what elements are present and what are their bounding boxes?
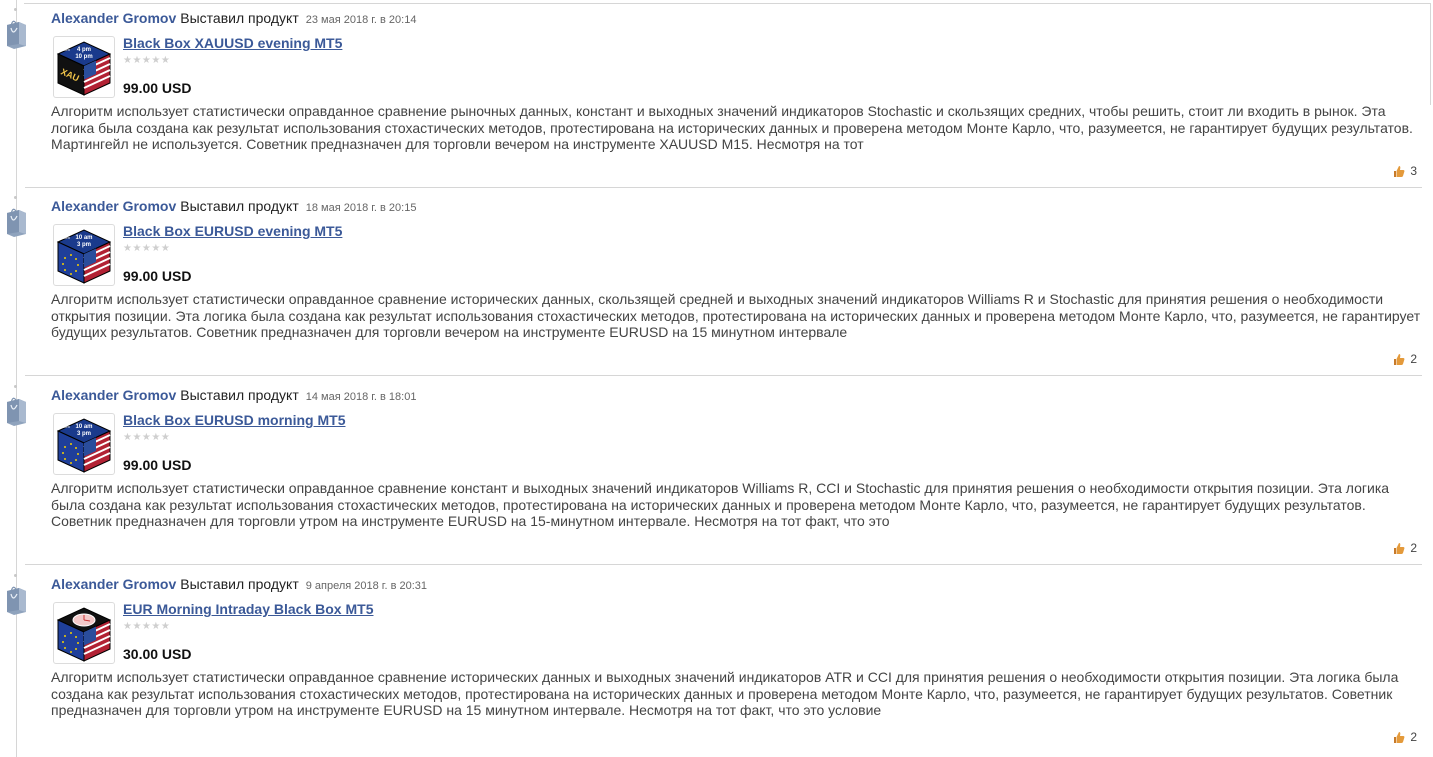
product-thumbnail[interactable]: 10 am 3 pm 15m: [53, 413, 115, 475]
thumbs-up-icon: [1394, 542, 1405, 554]
thumb-line1: 10 am: [75, 424, 92, 430]
product-thumbnail[interactable]: 4 pm 10 pm 15m XAU: [53, 36, 115, 98]
thumbs-up-icon: [1394, 165, 1405, 177]
entry-date: 9 апреля 2018 г. в 20:31: [305, 580, 428, 592]
like-button[interactable]: 3: [1393, 164, 1417, 178]
black-box-cube-icon: 10 am 3 pm 15m: [56, 229, 112, 284]
product-description: Алгоритм использует статистически оправд…: [51, 291, 1421, 341]
shopping-bag-icon: [7, 586, 26, 615]
thumb-side: 15m: [62, 235, 70, 240]
entry-date: 18 мая 2018 г. в 20:15: [305, 202, 417, 214]
author-link[interactable]: Alexander Gromov: [51, 576, 176, 592]
thumb-line1: 10 am: [75, 235, 92, 241]
shopping-bag-icon: [7, 397, 26, 426]
like-button[interactable]: 2: [1393, 730, 1417, 744]
like-button[interactable]: 2: [1393, 541, 1417, 555]
feed-entry: Alexander Gromov Выставил продукт 9 апреля…: [0, 566, 1433, 755]
thumb-line1: 4 pm: [77, 47, 91, 53]
action-text: Выставил продукт: [180, 576, 299, 592]
rating-stars: ★★★★★: [123, 621, 171, 632]
black-box-cube-icon: [56, 607, 112, 662]
entry-date: 14 мая 2018 г. в 18:01: [305, 391, 417, 403]
rating-stars: ★★★★★: [123, 243, 171, 254]
timeline-dot: [14, 8, 17, 11]
timeline-dot: [14, 574, 17, 577]
like-count: 2: [1410, 352, 1417, 366]
product-description: Алгоритм использует статистически оправд…: [51, 480, 1390, 530]
entry-header: Alexander Gromov Выставил продукт 23 мая 2…: [51, 9, 416, 29]
action-text: Выставил продукт: [180, 10, 299, 26]
product-price: 99.00 USD: [123, 268, 192, 284]
author-link[interactable]: Alexander Gromov: [51, 198, 176, 214]
product-price: 30.00 USD: [123, 646, 192, 662]
product-title-link[interactable]: Black Box EURUSD morning MT5: [123, 411, 345, 429]
shopping-bag-icon: [7, 20, 26, 49]
product-title-link[interactable]: Black Box XAUUSD evening MT5: [123, 34, 342, 52]
entry-divider: [25, 375, 1422, 376]
author-link[interactable]: Alexander Gromov: [51, 387, 176, 403]
timeline-dot: [14, 196, 17, 199]
like-count: 2: [1410, 730, 1417, 744]
like-count: 2: [1410, 541, 1417, 555]
product-price: 99.00 USD: [123, 457, 192, 473]
entry-divider: [25, 564, 1422, 565]
product-thumbnail[interactable]: [53, 602, 115, 664]
rating-stars: ★★★★★: [123, 55, 171, 66]
product-thumbnail[interactable]: 10 am 3 pm 15m: [53, 224, 115, 286]
feed-entry: Alexander Gromov Выставил продукт 23 мая 2…: [0, 0, 1433, 189]
thumb-line2: 3 pm: [77, 431, 91, 437]
timeline-dot: [14, 385, 17, 388]
thumb-line2: 10 pm: [75, 54, 92, 60]
like-button[interactable]: 2: [1393, 352, 1417, 366]
black-box-cube-icon: 4 pm 10 pm 15m XAU: [56, 41, 112, 96]
shopping-bag-icon: [7, 208, 26, 237]
like-count: 3: [1410, 164, 1417, 178]
rating-stars: ★★★★★: [123, 432, 171, 443]
entry-header: Alexander Gromov Выставил продукт 9 апреля…: [51, 575, 427, 595]
product-title-link[interactable]: Black Box EURUSD evening MT5: [123, 222, 342, 240]
entry-header: Alexander Gromov Выставил продукт 14 мая 2…: [51, 386, 416, 406]
action-text: Выставил продукт: [180, 198, 299, 214]
entry-date: 23 мая 2018 г. в 20:14: [305, 14, 417, 26]
thumbs-up-icon: [1394, 731, 1405, 743]
product-description: Алгоритм использует статистически оправд…: [51, 103, 1413, 153]
product-title-link[interactable]: EUR Morning Intraday Black Box MT5: [123, 600, 373, 618]
thumb-side: 15m: [62, 47, 70, 52]
thumbs-up-icon: [1394, 353, 1405, 365]
product-price: 99.00 USD: [123, 80, 192, 96]
thumb-line2: 3 pm: [77, 242, 91, 248]
thumb-side: 15m: [62, 424, 70, 429]
feed-entry: Alexander Gromov Выставил продукт 14 мая 2…: [0, 377, 1433, 566]
product-description: Алгоритм использует статистически оправд…: [51, 669, 1399, 719]
action-text: Выставил продукт: [180, 387, 299, 403]
feed-entry: Alexander Gromov Выставил продукт 18 мая 2…: [0, 188, 1433, 377]
entry-header: Alexander Gromov Выставил продукт 18 мая 2…: [51, 197, 416, 217]
author-link[interactable]: Alexander Gromov: [51, 10, 176, 26]
black-box-cube-icon: 10 am 3 pm 15m: [56, 418, 112, 473]
